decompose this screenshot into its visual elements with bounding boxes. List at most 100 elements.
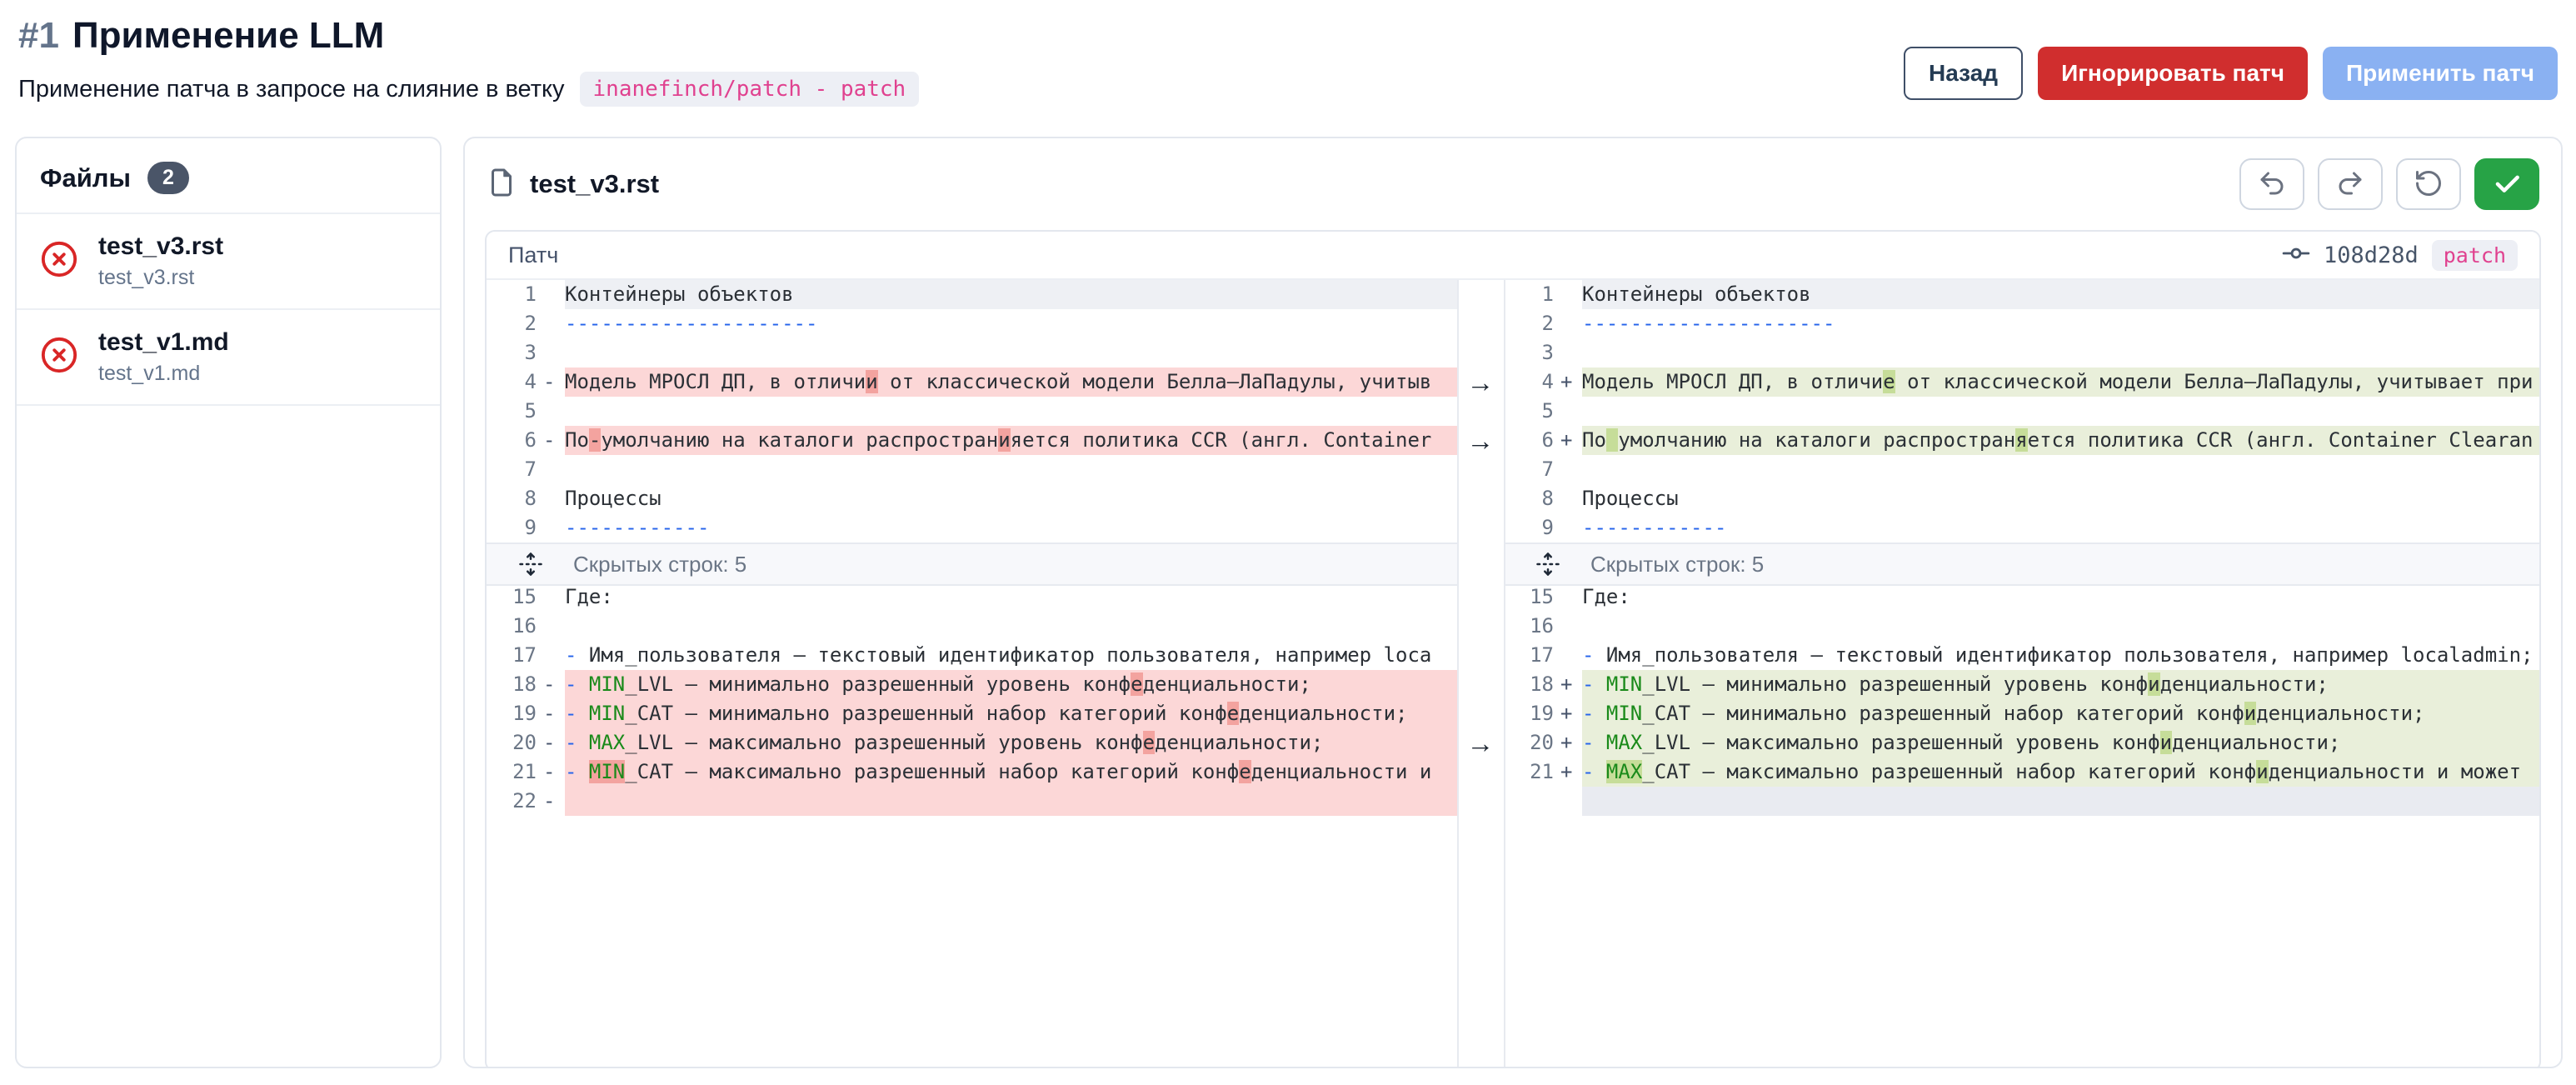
diff-marker: + [1560, 368, 1582, 397]
code-segment: Где: [1582, 585, 1630, 608]
diff-row: 1616 [487, 612, 2539, 641]
diff-marker [1560, 397, 1582, 426]
code-line: Где: [1582, 582, 2539, 612]
line-number: 4 [487, 368, 543, 397]
code-segment: Процессы [1582, 487, 1679, 510]
code-segment: денциальности и может [2269, 760, 2521, 783]
code-segment: и [2148, 672, 2159, 696]
hidden-lines-bar[interactable]: Скрытых строк: 5 [1504, 542, 2539, 586]
diff-row: 8Процессы8Процессы [487, 484, 2539, 513]
line-number: 4 [1504, 368, 1560, 397]
diff-marker: - [543, 670, 565, 699]
file-name: test_v3.rst [98, 232, 223, 261]
gutter-cell [1457, 513, 1504, 542]
code-line [565, 787, 1457, 816]
line-number: 7 [1504, 455, 1560, 484]
undo-button[interactable] [2239, 158, 2304, 210]
diff-row: 15Где:15Где: [487, 582, 2539, 612]
line-number: 17 [487, 641, 543, 670]
code-line: Процессы [565, 484, 1457, 513]
code-segment: - [565, 643, 589, 667]
code-segment: MAX [589, 731, 625, 754]
code-line: - MAX_LVL — максимально разрешенный уров… [1582, 728, 2539, 758]
patch-card: Патч 108d28d patch 1 Контейнеры объектов 1… [485, 230, 2541, 1068]
file-item-test_v1[interactable]: test_v1.md test_v1.md [17, 310, 440, 406]
files-panel-header: Файлы 2 [17, 138, 440, 214]
file-name: test_v1.md [98, 328, 229, 357]
code-line: - MIN_CAT — максимально разрешенный набо… [565, 758, 1457, 787]
line-number: 8 [487, 484, 543, 513]
files-count-badge: 2 [147, 162, 189, 194]
files-panel: Файлы 2 test_v3.rst test_v3.rst test_v1.… [15, 137, 442, 1068]
document-icon [487, 165, 517, 204]
code-segment: е [1227, 702, 1239, 725]
code-segment: Модель МРОСЛ ДП, в отличи [1582, 370, 1883, 393]
line-number: 15 [1504, 582, 1560, 612]
code-segment: ется политика CCR (англ. Container Clear… [2028, 428, 2534, 452]
circle-x-icon [40, 336, 78, 378]
code-segment: Модель МРОСЛ ДП, в отличи [565, 370, 866, 393]
code-line: - MAX_LVL — максимально разрешенный уров… [565, 728, 1457, 758]
approve-button[interactable] [2474, 158, 2539, 210]
line-number: 17 [1504, 641, 1560, 670]
change-arrow-icon: → [1467, 368, 1495, 397]
active-file-row: test_v3.rst [487, 158, 2539, 210]
code-line [1582, 455, 2539, 484]
diff-marker [1560, 280, 1582, 309]
diff-marker [543, 513, 565, 542]
code-line: Контейнеры объектов [565, 280, 1457, 309]
unfold-icon[interactable] [1535, 552, 1560, 577]
diff-marker: - [543, 368, 565, 397]
diff-marker [543, 309, 565, 338]
code-segment: денциальности; [1239, 702, 1407, 725]
patch-title: Патч [508, 242, 558, 268]
diff-marker: - [543, 699, 565, 728]
line-number: 22 [487, 787, 543, 816]
code-line [1582, 612, 2539, 641]
commit-icon [2282, 239, 2310, 272]
back-button[interactable]: Назад [1904, 47, 2023, 100]
reset-button[interactable] [2396, 158, 2461, 210]
unfold-icon[interactable] [518, 552, 543, 577]
diff-row: 18-- MIN_LVL — минимально разрешенный ур… [487, 670, 2539, 699]
code-line: Где: [565, 582, 1457, 612]
pane-divider-right [1504, 280, 1505, 1068]
commit-hash: 108d28d [2324, 242, 2419, 268]
code-segment: ------------ [1582, 516, 1726, 539]
diff-row: 1Контейнеры объектов1Контейнеры объектов [487, 280, 2539, 309]
file-item-test_v3[interactable]: test_v3.rst test_v3.rst [17, 214, 440, 310]
diff-row: 55 [487, 397, 2539, 426]
gutter-cell [1457, 484, 1504, 513]
code-segment: MIN [1606, 702, 1642, 725]
ignore-patch-button[interactable]: Игнорировать патч [2038, 47, 2308, 100]
gutter-cell [1457, 582, 1504, 612]
code-segment: и [2244, 702, 2256, 725]
diff-marker: - [543, 758, 565, 787]
code-line: - MAX_CAT — максимально разрешенный набо… [1582, 758, 2539, 787]
gutter-cell [1457, 542, 1504, 586]
diff-marker [1560, 582, 1582, 612]
diff-marker [543, 280, 565, 309]
code-line: Модель МРОСЛ ДП, в отличие от классическ… [1582, 368, 2539, 397]
diff-marker: - [543, 426, 565, 455]
code-segment: и [998, 428, 1010, 452]
code-segment: MIN [589, 760, 625, 783]
diff-row: 2---------------------2-----------------… [487, 309, 2539, 338]
code-segment: е [1239, 760, 1251, 783]
code-line: Модель МРОСЛ ДП, в отличии от классическ… [565, 368, 1457, 397]
diff-marker: + [1560, 426, 1582, 455]
patch-type-badge: patch [2432, 240, 2518, 271]
code-segment: Имя_пользователя — текстовый идентификат… [589, 643, 1431, 667]
line-number: 5 [487, 397, 543, 426]
code-segment: е [1143, 731, 1155, 754]
code-segment: Контейнеры объектов [1582, 282, 1811, 306]
apply-patch-button[interactable]: Применить патч [2323, 47, 2558, 100]
redo-button[interactable] [2318, 158, 2383, 210]
hidden-lines-bar[interactable]: Скрытых строк: 5 [487, 542, 1457, 586]
diff-row: 21-- MIN_CAT — максимально разрешенный н… [487, 758, 2539, 787]
code-segment [1606, 428, 1618, 452]
code-line [565, 338, 1457, 368]
code-segment: - [565, 731, 589, 754]
line-number: 1 [1504, 280, 1560, 309]
diff-marker [543, 612, 565, 641]
